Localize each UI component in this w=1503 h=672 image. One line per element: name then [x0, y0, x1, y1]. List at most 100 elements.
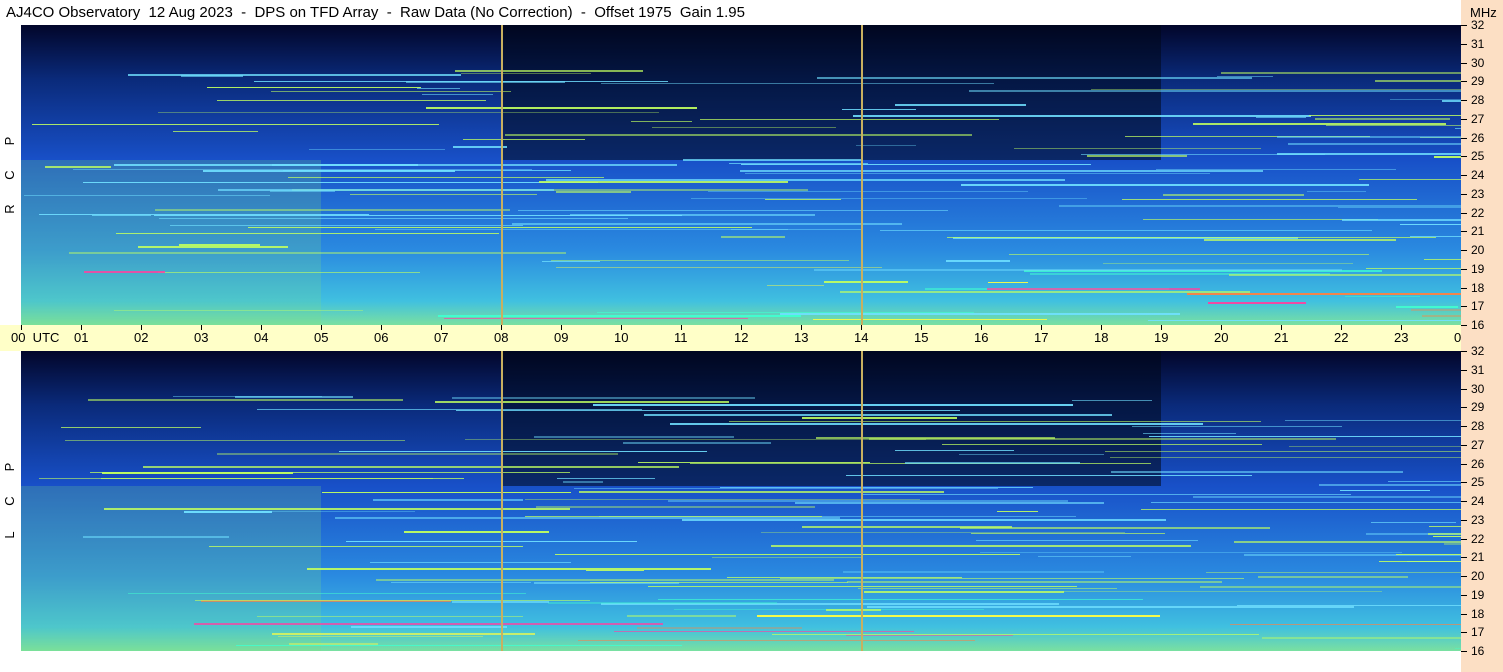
- freq-tick-label: 29: [1471, 400, 1485, 414]
- lcp-interference-line: [101, 478, 464, 479]
- rcp-interference-line: [309, 149, 445, 150]
- rcp-interference-line: [721, 236, 785, 238]
- rcp-interference-line: [45, 166, 111, 168]
- rcp-interference-line: [217, 100, 486, 101]
- rcp-interference-line: [158, 112, 659, 113]
- freq-tick-mark: [1461, 250, 1467, 251]
- rcp-interference-line: [438, 315, 801, 317]
- lcp-interference-line: [720, 487, 1033, 488]
- lcp-interference-line: [1143, 433, 1236, 434]
- rcp-marker-0: [501, 25, 503, 325]
- freq-tick-label: 24: [1471, 168, 1485, 182]
- rcp-interference-line: [69, 252, 566, 254]
- freq-tick-mark: [1461, 370, 1467, 371]
- lcp-interference-line: [1141, 509, 1461, 510]
- freq-tick-label: 30: [1471, 56, 1485, 70]
- rcp-interference-line: [179, 244, 260, 246]
- lcp-interference-line: [668, 500, 1068, 502]
- freq-tick-mark: [1461, 25, 1467, 26]
- rcp-interference-line: [780, 313, 1180, 315]
- rcp-interference-line: [842, 109, 916, 110]
- freq-tick-mark: [1461, 63, 1467, 64]
- freq-tick-label: 19: [1471, 262, 1485, 276]
- lcp-interference-line: [959, 454, 1104, 455]
- rcp-interference-line: [1221, 72, 1461, 74]
- freq-tick-mark: [1461, 81, 1467, 82]
- freq-tick-label: 16: [1471, 318, 1485, 332]
- rcp-interference-line: [745, 173, 1210, 174]
- rcp-interference-line: [1256, 117, 1306, 118]
- lcp-interference-line: [456, 410, 960, 411]
- rcp-interference-line: [24, 195, 270, 196]
- lcp-interference-line: [905, 462, 1080, 464]
- freq-tick-mark: [1461, 100, 1467, 101]
- rcp-interference-line: [765, 199, 841, 200]
- freq-tick-label: 28: [1471, 419, 1485, 433]
- freq-tick-label: 19: [1471, 588, 1485, 602]
- freq-tick-mark: [1461, 614, 1467, 615]
- time-tick-label: 14: [854, 330, 869, 345]
- rcp-interference-line: [1342, 219, 1461, 221]
- lcp-interference-line: [351, 626, 507, 628]
- rcp-interference-line: [1014, 148, 1261, 149]
- rcp-interference-line: [1277, 136, 1461, 138]
- lcp-interference-line: [579, 491, 944, 493]
- lcp-interference-line: [1289, 446, 1461, 447]
- time-tick-label: 03: [194, 330, 209, 345]
- freq-tick-label: 22: [1471, 206, 1485, 220]
- freq-tick-mark: [1461, 288, 1467, 289]
- rcp-interference-line: [691, 198, 1087, 199]
- rcp-interference-line: [1148, 320, 1461, 321]
- lcp-interference-line: [1379, 561, 1461, 562]
- lcp-interference-line: [217, 453, 618, 455]
- freq-tick-mark: [1461, 231, 1467, 232]
- time-tick-label: 01: [74, 330, 89, 345]
- freq-tick-mark: [1461, 520, 1467, 521]
- rcp-interference-line: [1434, 156, 1461, 158]
- rcp-interference-line: [426, 107, 697, 109]
- lcp-interference-line: [465, 439, 926, 440]
- rcp-interference-line: [1326, 125, 1461, 126]
- lcp-interference-line: [644, 414, 1112, 416]
- rcp-interference-line: [1366, 268, 1461, 269]
- rcp-interference-line: [708, 191, 1028, 192]
- rcp-interference-line: [350, 194, 537, 195]
- rcp-interference-line: [1059, 205, 1461, 207]
- lcp-interference-line: [1200, 586, 1461, 588]
- lcp-interference-line: [971, 533, 1165, 534]
- rcp-interference-line: [248, 227, 752, 228]
- rcp-interference-line: [73, 169, 532, 170]
- lcp-interference-line: [235, 396, 353, 398]
- rcp-side-label: P C R: [0, 124, 20, 226]
- rcp-interference-line: [729, 163, 868, 164]
- lcp-interference-line: [816, 437, 1055, 439]
- lcp-interference-line: [867, 606, 1354, 608]
- freq-tick-mark: [1461, 44, 1467, 45]
- lcp-interference-line: [307, 568, 711, 570]
- lcp-interference-line: [289, 643, 378, 645]
- time-tick-label: 17: [1034, 330, 1049, 345]
- rcp-interference-line: [1122, 199, 1417, 200]
- freq-tick-label: 23: [1471, 513, 1485, 527]
- lcp-interference-line: [555, 554, 1020, 555]
- lcp-interference-line: [61, 427, 201, 428]
- rcp-interference-line: [1390, 99, 1461, 100]
- freq-tick-label: 16: [1471, 644, 1485, 658]
- rcp-interference-line: [288, 177, 604, 178]
- time-tick-label: 11: [674, 330, 688, 345]
- freq-tick-label: 22: [1471, 532, 1485, 546]
- rcp-interference-line: [207, 87, 421, 88]
- time-axis: 00 UTC 01 02 03 04 05 06 07 08 09 10 11 12 13 14 15 16 17…: [0, 325, 1468, 351]
- time-tick-label: 05: [314, 330, 329, 345]
- rcp-interference-line: [814, 269, 1342, 271]
- lcp-interference-line: [376, 579, 834, 581]
- rcp-interference-line: [551, 260, 849, 261]
- rcp-interference-line: [83, 182, 598, 183]
- lcp-interference-line: [1371, 522, 1456, 523]
- lcp-interference-line: [1340, 490, 1430, 491]
- freq-tick-mark: [1461, 595, 1467, 596]
- rcp-interference-line: [512, 223, 902, 225]
- freq-tick-label: 18: [1471, 607, 1485, 621]
- rcp-interference-line: [453, 146, 507, 148]
- lcp-interference-line: [795, 502, 1104, 504]
